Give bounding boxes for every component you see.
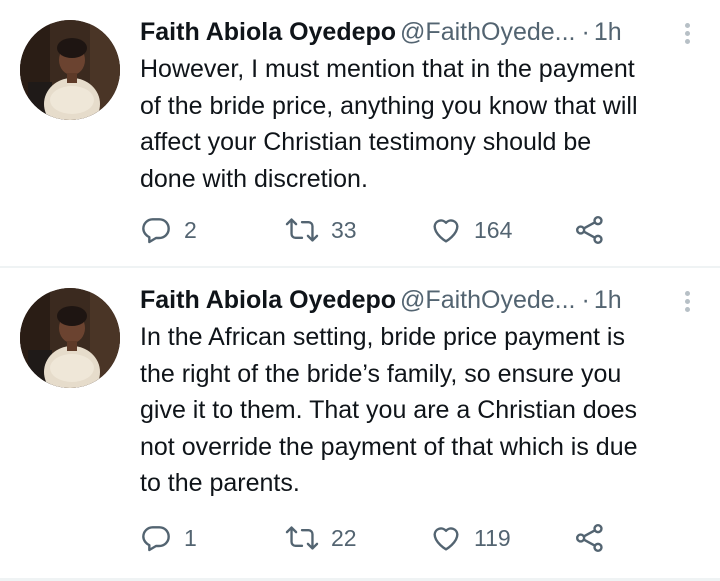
- more-options-icon[interactable]: [677, 20, 697, 46]
- retweet-count: 33: [331, 216, 357, 243]
- reply-button[interactable]: 1: [140, 520, 197, 556]
- tweet-text: In the African setting, bride price paym…: [140, 323, 638, 497]
- tweet-actions: 1 22 119: [140, 520, 700, 556]
- reply-count: 2: [184, 216, 197, 243]
- like-count: 164: [474, 216, 513, 243]
- share-button[interactable]: [574, 520, 606, 556]
- heart-icon: [430, 522, 462, 554]
- timestamp[interactable]: 1h: [594, 18, 622, 46]
- tweet[interactable]: Faith Abiola Oyedepo @FaithOyede... · 1h Ho…: [0, 0, 720, 266]
- tweet-header: Faith Abiola Oyedepo @FaithOyede... · 1h: [140, 282, 700, 318]
- tweet-text: However, I must mention that in the paym…: [140, 55, 638, 193]
- reply-count: 1: [184, 524, 197, 551]
- share-icon: [574, 522, 606, 554]
- like-count: 119: [474, 524, 511, 551]
- like-button[interactable]: 164: [430, 212, 512, 248]
- like-button[interactable]: 119: [430, 520, 511, 556]
- heart-icon: [430, 214, 462, 246]
- tweet-feed: Faith Abiola Oyedepo @FaithOyede... · 1h Ho…: [0, 0, 720, 581]
- separator-dot: ·: [581, 286, 590, 314]
- more-options-icon[interactable]: [677, 288, 697, 314]
- retweet-button[interactable]: 33: [285, 212, 357, 248]
- separator-dot: ·: [581, 18, 590, 46]
- avatar[interactable]: [20, 288, 120, 388]
- author-handle[interactable]: @FaithOyede...: [400, 286, 575, 314]
- retweet-count: 22: [331, 524, 357, 551]
- reply-button[interactable]: 2: [140, 212, 197, 248]
- tweet-actions: 2 33 164: [140, 212, 700, 248]
- share-button[interactable]: [574, 212, 606, 248]
- author-name[interactable]: Faith Abiola Oyedepo: [140, 286, 396, 314]
- reply-icon: [140, 214, 172, 246]
- avatar[interactable]: [20, 20, 120, 120]
- retweet-icon: [285, 214, 319, 246]
- author-handle[interactable]: @FaithOyede...: [400, 18, 575, 46]
- tweet[interactable]: Faith Abiola Oyedepo @FaithOyede... · 1h In…: [0, 268, 720, 578]
- timestamp[interactable]: 1h: [594, 286, 622, 314]
- tweet-header: Faith Abiola Oyedepo @FaithOyede... · 1h: [140, 14, 700, 50]
- share-icon: [574, 214, 606, 246]
- retweet-icon: [285, 522, 319, 554]
- reply-icon: [140, 522, 172, 554]
- author-name[interactable]: Faith Abiola Oyedepo: [140, 18, 396, 46]
- retweet-button[interactable]: 22: [285, 520, 357, 556]
